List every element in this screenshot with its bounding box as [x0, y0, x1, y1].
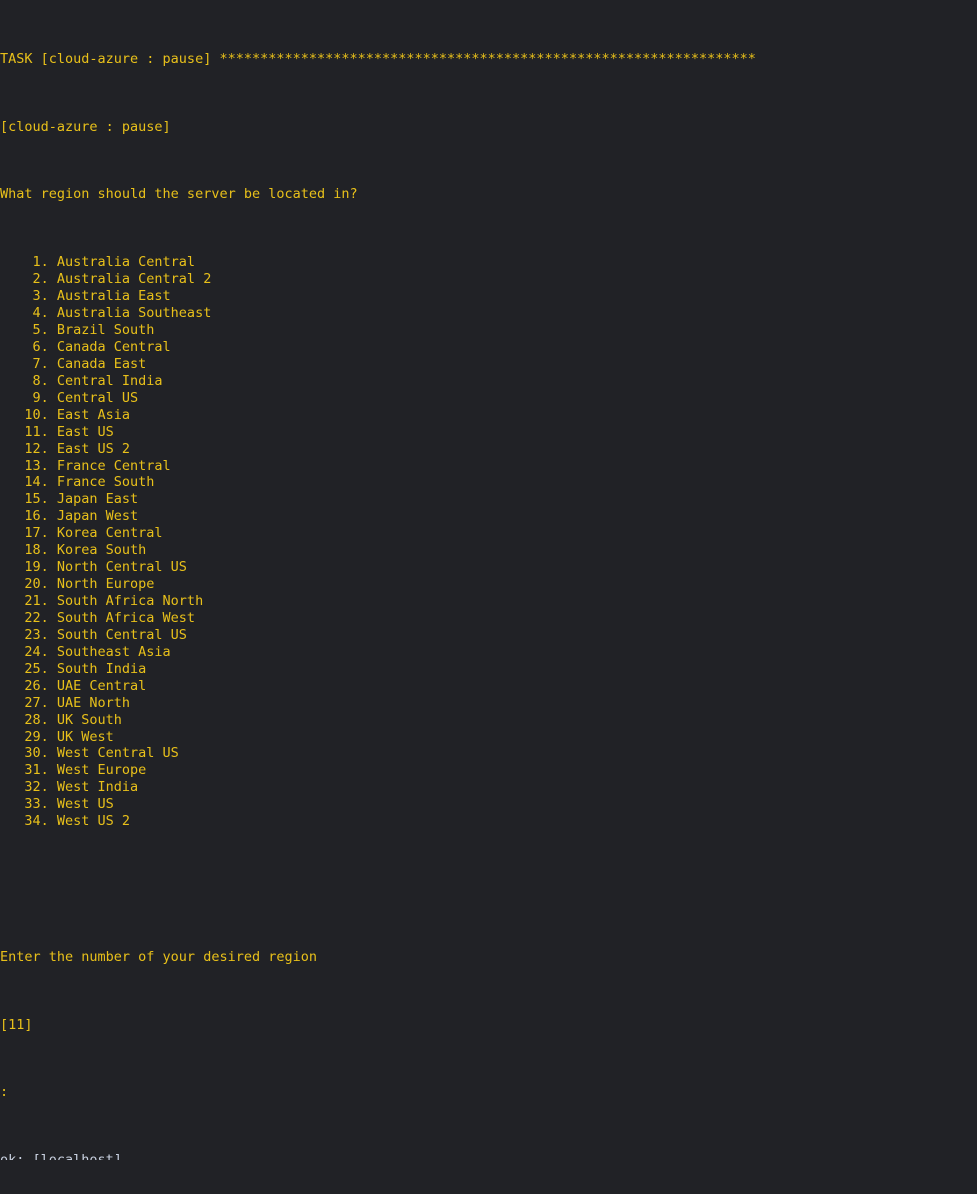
region-option-2[interactable]: 2. Australia Central 2 [0, 271, 977, 288]
region-option-24[interactable]: 24. Southeast Asia [0, 644, 977, 661]
region-option-26[interactable]: 26. UAE Central [0, 678, 977, 695]
region-option-31[interactable]: 31. West Europe [0, 762, 977, 779]
region-option-30[interactable]: 30. West Central US [0, 745, 977, 762]
region-option-17[interactable]: 17. Korea Central [0, 525, 977, 542]
region-option-18[interactable]: 18. Korea South [0, 542, 977, 559]
region-option-29[interactable]: 29. UK West [0, 729, 977, 746]
region-option-23[interactable]: 23. South Central US [0, 627, 977, 644]
region-option-27[interactable]: 27. UAE North [0, 695, 977, 712]
region-option-1[interactable]: 1. Australia Central [0, 254, 977, 271]
region-option-15[interactable]: 15. Japan East [0, 491, 977, 508]
region-option-21[interactable]: 21. South Africa North [0, 593, 977, 610]
region-option-3[interactable]: 3. Australia East [0, 288, 977, 305]
region-option-22[interactable]: 22. South Africa West [0, 610, 977, 627]
region-option-20[interactable]: 20. North Europe [0, 576, 977, 593]
region-option-34[interactable]: 34. West US 2 [0, 813, 977, 830]
region-option-10[interactable]: 10. East Asia [0, 407, 977, 424]
default-value-line: [11] [0, 1016, 33, 1033]
region-option-6[interactable]: 6. Canada Central [0, 339, 977, 356]
region-option-28[interactable]: 28. UK South [0, 712, 977, 729]
region-option-5[interactable]: 5. Brazil South [0, 322, 977, 339]
region-option-7[interactable]: 7. Canada East [0, 356, 977, 373]
blank-line-1 [0, 881, 977, 898]
region-option-32[interactable]: 32. West India [0, 779, 977, 796]
module-name-line: [cloud-azure : pause] [0, 118, 171, 135]
region-option-19[interactable]: 19. North Central US [0, 559, 977, 576]
region-option-12[interactable]: 12. East US 2 [0, 441, 977, 458]
region-option-list: 1. Australia Central 2. Australia Centra… [0, 254, 977, 830]
prompt-question-line: What region should the server be located… [0, 186, 358, 203]
prompt-instruction-line: Enter the number of your desired region [0, 948, 317, 965]
region-option-25[interactable]: 25. South India [0, 661, 977, 678]
region-option-9[interactable]: 9. Central US [0, 390, 977, 407]
region-option-14[interactable]: 14. France South [0, 474, 977, 491]
region-option-8[interactable]: 8. Central India [0, 373, 977, 390]
terminal-screen[interactable]: TASK [cloud-azure : pause] *************… [0, 0, 977, 1160]
region-option-33[interactable]: 33. West US [0, 796, 977, 813]
region-option-16[interactable]: 16. Japan West [0, 508, 977, 525]
region-option-11[interactable]: 11. East US [0, 424, 977, 441]
region-option-13[interactable]: 13. France Central [0, 458, 977, 475]
input-prompt-line[interactable]: : [0, 1084, 977, 1101]
region-option-4[interactable]: 4. Australia Southeast [0, 305, 977, 322]
task-header-line: TASK [cloud-azure : pause] *************… [0, 50, 756, 67]
cut-off-output-line: ok: [localhost] [0, 1152, 122, 1161]
